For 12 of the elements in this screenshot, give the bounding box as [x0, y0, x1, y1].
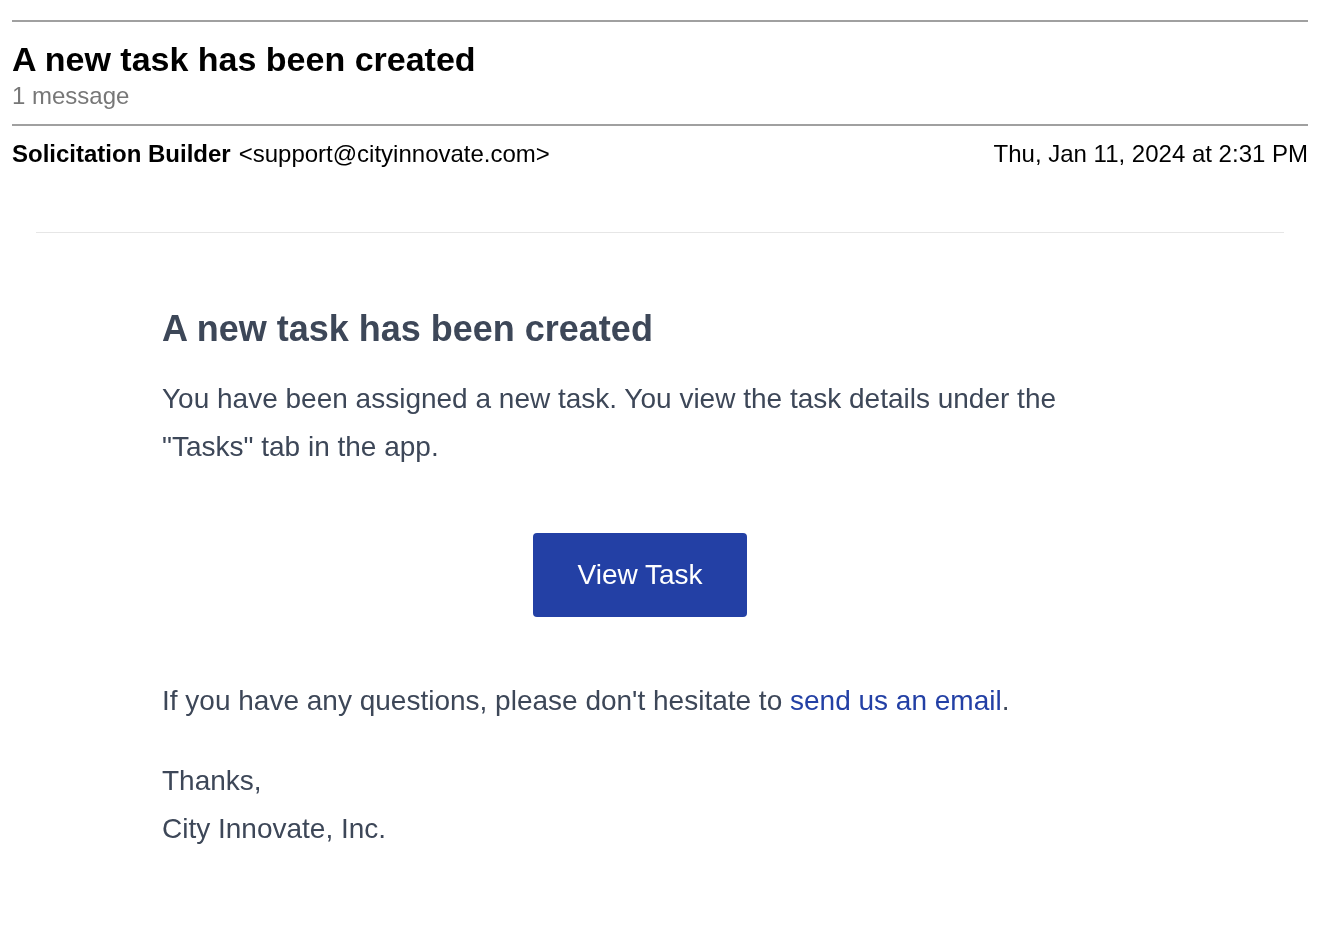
sent-date: Thu, Jan 11, 2024 at 2:31 PM: [993, 142, 1308, 166]
questions-sentence: If you have any questions, please don't hesitate to send us an email.: [162, 684, 1011, 718]
sender-address: <support@cityinnovate.com>: [238, 142, 550, 166]
signoff-line: City Innovate, Inc.: [162, 812, 388, 846]
signoff-line: Thanks,: [162, 764, 263, 798]
message-count: 1 message: [12, 84, 131, 108]
body-paragraph: You have been assigned a new task. You view the task details under the "Tasks" tab in the app.: [162, 382, 1058, 464]
view-task-button[interactable]: View Task: [533, 533, 747, 617]
email-link[interactable]: send us an email: [790, 685, 1002, 716]
email-heading: A new task has been created: [162, 311, 654, 347]
sender-name: Solicitation Builder: [12, 142, 231, 166]
email-subject: A new task has been created: [12, 42, 477, 76]
